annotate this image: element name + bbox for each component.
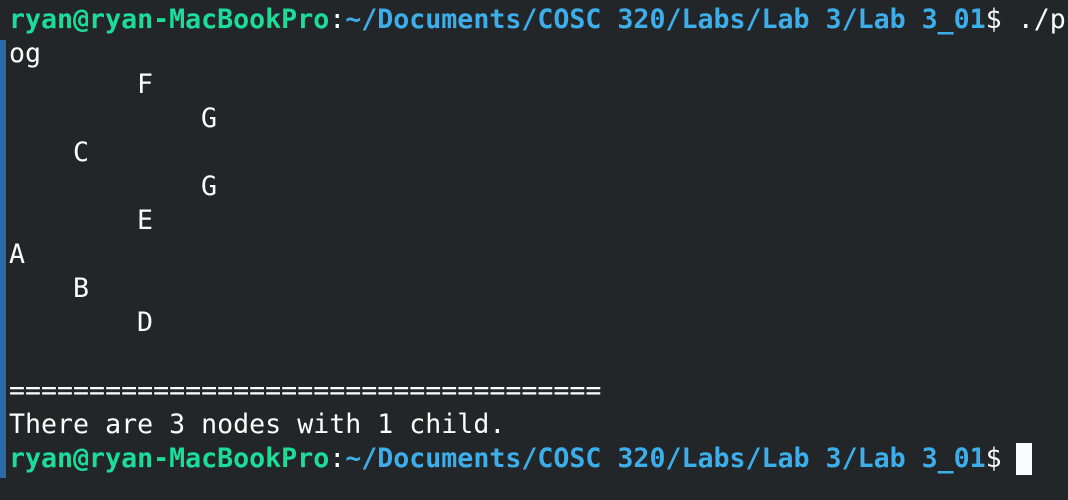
prompt-path: ~/Documents/COSC 320/Labs/Lab 3/Lab 3_01 <box>345 4 986 35</box>
prompt-user: ryan@ryan-MacBookPro <box>9 443 330 474</box>
prompt-separator: : <box>329 4 346 35</box>
prompt-user: ryan@ryan-MacBookPro <box>9 4 330 35</box>
result-line: There are 3 nodes with 1 child. <box>9 409 506 440</box>
prompt-line-2: ryan@ryan-MacBookPro:~/Documents/COSC 32… <box>9 442 1002 476</box>
tree-node: B <box>73 273 90 304</box>
terminal-window[interactable]: ryan@ryan-MacBookPro:~/Documents/COSC 32… <box>0 0 1068 500</box>
tree-node: C <box>73 137 90 168</box>
tree-node: E <box>137 205 154 236</box>
tree-node: D <box>137 307 154 338</box>
tree-node: G <box>201 171 218 202</box>
prompt-path: ~/Documents/COSC 320/Labs/Lab 3/Lab 3_01 <box>345 443 986 474</box>
prompt-suffix: $ <box>985 4 1002 35</box>
command-wrap-line: og <box>9 37 41 71</box>
command-text-continued: og <box>9 38 42 69</box>
prompt-separator: : <box>329 443 346 474</box>
tree-node: F <box>137 69 154 100</box>
output-marker-bar <box>0 40 6 478</box>
prompt-line-1: ryan@ryan-MacBookPro:~/Documents/COSC 32… <box>9 3 1066 37</box>
tree-node: G <box>201 103 218 134</box>
separator-line: ===================================== <box>9 375 602 406</box>
tree-node: A <box>9 239 26 270</box>
command-text: ./p <box>1001 4 1066 35</box>
text-cursor <box>1016 443 1032 475</box>
prompt-suffix: $ <box>985 443 1002 474</box>
